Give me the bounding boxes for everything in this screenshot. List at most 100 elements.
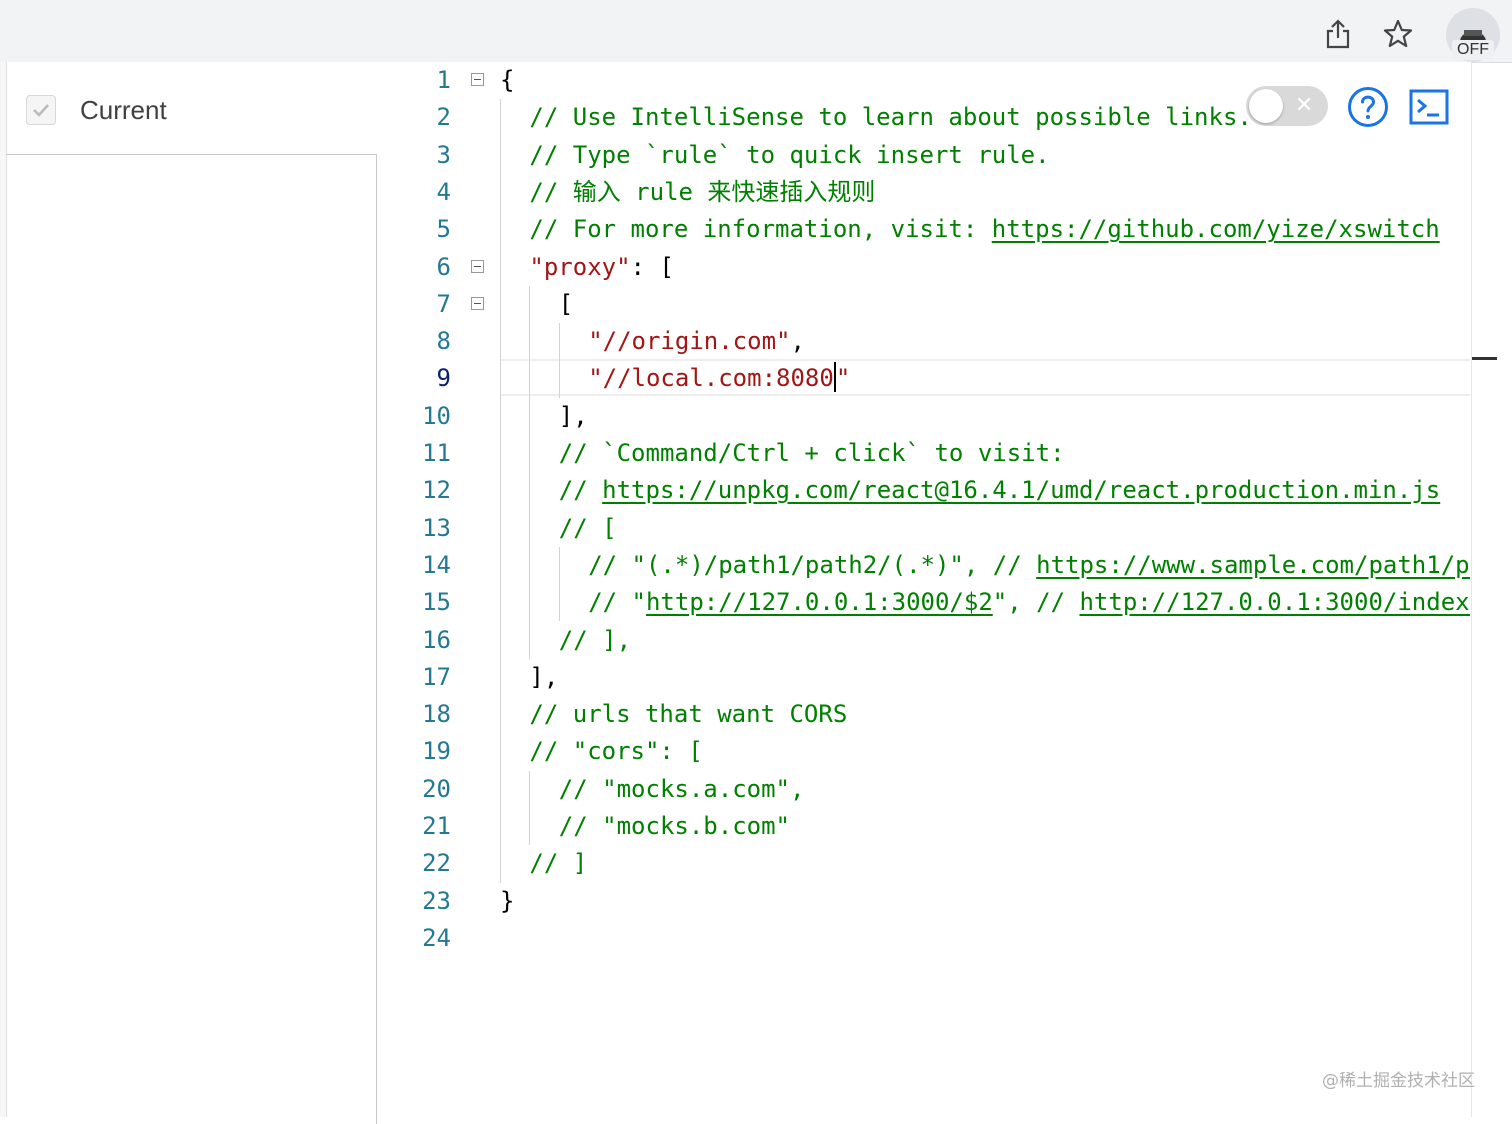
- code-token: // "(.*)/path1/path2/(.*)", //: [588, 550, 1037, 579]
- fold-collapse-icon[interactable]: [471, 259, 484, 273]
- code-text: ],: [559, 398, 588, 435]
- current-rule-item[interactable]: Current: [26, 90, 167, 130]
- line-number: 8: [436, 327, 451, 356]
- code-line[interactable]: 3 // Type `rule` to quick insert rule.: [378, 137, 1470, 174]
- code-token: // ]: [529, 849, 588, 878]
- code-token: // "cors": [: [529, 737, 703, 766]
- code-token: // [: [558, 513, 617, 542]
- line-number: 1: [436, 66, 451, 94]
- code-line[interactable]: 14 // "(.*)/path1/path2/(.*)", // https:/…: [378, 547, 1470, 584]
- line-number: 6: [436, 252, 451, 281]
- code-line[interactable]: 21 // "mocks.b.com": [378, 808, 1470, 845]
- current-rule-label: Current: [80, 94, 167, 125]
- line-number: 13: [422, 513, 451, 542]
- code-line[interactable]: 8 "//origin.com",: [378, 323, 1470, 360]
- code-text: // urls that want CORS: [529, 696, 847, 733]
- help-icon[interactable]: [1347, 86, 1389, 128]
- code-text: // "http://127.0.0.1:3000/$2", // http:/…: [588, 584, 1470, 621]
- extension-status-badge: OFF: [1452, 40, 1494, 60]
- code-text: // `Command/Ctrl + click` to visit:: [559, 435, 1065, 472]
- code-link[interactable]: https://github.com/yize/xswitch: [992, 215, 1440, 243]
- code-token: "//local.com:8080: [588, 364, 834, 393]
- code-text: "//origin.com",: [588, 323, 805, 360]
- code-text: [: [559, 286, 573, 323]
- code-token: {: [500, 66, 515, 94]
- bookmark-star-icon[interactable]: [1378, 14, 1418, 54]
- code-text: // https://unpkg.com/react@16.4.1/umd/re…: [559, 472, 1440, 509]
- line-number: 22: [422, 849, 451, 878]
- code-line[interactable]: 10],: [378, 398, 1470, 435]
- code-token: "//origin.com": [588, 327, 791, 356]
- line-number: 24: [422, 923, 451, 952]
- code-line[interactable]: 22 // ]: [378, 845, 1470, 882]
- code-text: // "(.*)/path1/path2/(.*)", // https://w…: [588, 547, 1470, 584]
- code-line[interactable]: 9 "//local.com:8080": [378, 360, 1470, 397]
- code-token: ],: [529, 662, 559, 691]
- line-number: 9: [436, 364, 451, 393]
- code-token: // Type `rule` to quick insert rule.: [529, 140, 1050, 169]
- code-line[interactable]: 16 // ],: [378, 622, 1470, 659]
- line-number: 23: [422, 886, 451, 915]
- code-line[interactable]: 4 // 输入 rule 来快速插入规则: [378, 174, 1470, 211]
- code-text: "proxy": [: [529, 249, 674, 286]
- line-number: 16: [422, 625, 451, 654]
- code-line[interactable]: 11 // `Command/Ctrl + click` to visit:: [378, 435, 1470, 472]
- line-number: 12: [422, 476, 451, 505]
- code-text: // "mocks.b.com": [559, 808, 790, 845]
- line-number: 4: [436, 177, 451, 206]
- code-text: // ],: [559, 622, 631, 659]
- code-token: // urls that want CORS: [529, 700, 848, 729]
- code-token: ", //: [992, 588, 1080, 617]
- code-token: // ": [588, 588, 646, 617]
- indent-guide: [558, 323, 560, 398]
- code-line[interactable]: 18 // urls that want CORS: [378, 696, 1470, 733]
- code-line[interactable]: 15 // "http://127.0.0.1:3000/$2", // http…: [378, 584, 1470, 621]
- terminal-icon[interactable]: [1409, 87, 1449, 127]
- code-line[interactable]: 23}: [378, 883, 1470, 920]
- line-number: 19: [422, 737, 451, 766]
- fold-collapse-icon[interactable]: [471, 73, 484, 86]
- code-line[interactable]: 20 // "mocks.a.com",: [378, 771, 1470, 808]
- rule-list-pane: Current: [6, 62, 378, 1124]
- code-token: // ],: [558, 625, 632, 654]
- line-number: 11: [422, 439, 451, 467]
- line-number: 18: [422, 700, 451, 729]
- share-icon[interactable]: [1318, 14, 1358, 54]
- code-line[interactable]: 13 // [: [378, 510, 1470, 547]
- code-line[interactable]: 7[: [378, 286, 1470, 323]
- code-token: }: [500, 886, 515, 915]
- toggle-knob: [1249, 89, 1283, 123]
- code-line[interactable]: 17],: [378, 659, 1470, 696]
- code-link[interactable]: https://www.sample.com/path1/pa: [1036, 551, 1470, 579]
- line-number: 10: [422, 401, 451, 430]
- code-text: // For more information, visit: https://…: [529, 211, 1439, 248]
- code-token: // For more information, visit:: [529, 215, 992, 244]
- code-token: : [: [630, 252, 674, 281]
- fold-collapse-icon[interactable]: [471, 296, 484, 310]
- code-text: // [: [559, 510, 617, 547]
- line-number: 3: [436, 140, 451, 169]
- code-line[interactable]: 24: [378, 920, 1470, 957]
- code-line[interactable]: 12 // https://unpkg.com/react@16.4.1/umd/…: [378, 472, 1470, 509]
- code-text: {: [500, 62, 514, 99]
- code-link[interactable]: https://unpkg.com/react@16.4.1/umd/react…: [602, 476, 1440, 504]
- line-number: 5: [436, 215, 451, 244]
- code-editor[interactable]: 1 {2 // Use IntelliSense to learn about po…: [378, 62, 1470, 1117]
- code-line[interactable]: 19 // "cors": [: [378, 733, 1470, 770]
- rule-list-box: [6, 154, 377, 1124]
- code-line[interactable]: 6 "proxy": [: [378, 249, 1470, 286]
- code-link[interactable]: http://127.0.0.1:3000/index.j: [1079, 588, 1470, 616]
- code-link[interactable]: http://127.0.0.1:3000/$2: [646, 588, 993, 616]
- code-line[interactable]: 5 // For more information, visit: https:/…: [378, 211, 1470, 248]
- code-token: //: [558, 476, 603, 505]
- current-checkbox[interactable]: [26, 95, 56, 125]
- indent-guide: [529, 285, 531, 659]
- code-text: ],: [529, 659, 558, 696]
- browser-toolbar: OFF: [0, 0, 1512, 63]
- code-text: // Use IntelliSense to learn about possi…: [529, 99, 1251, 136]
- code-token: // `Command/Ctrl + click` to visit:: [558, 439, 1065, 467]
- code-token: ],: [558, 401, 588, 430]
- enable-toggle[interactable]: ✕: [1246, 86, 1328, 126]
- indent-guide: [558, 546, 560, 622]
- indent-guide: [529, 770, 531, 846]
